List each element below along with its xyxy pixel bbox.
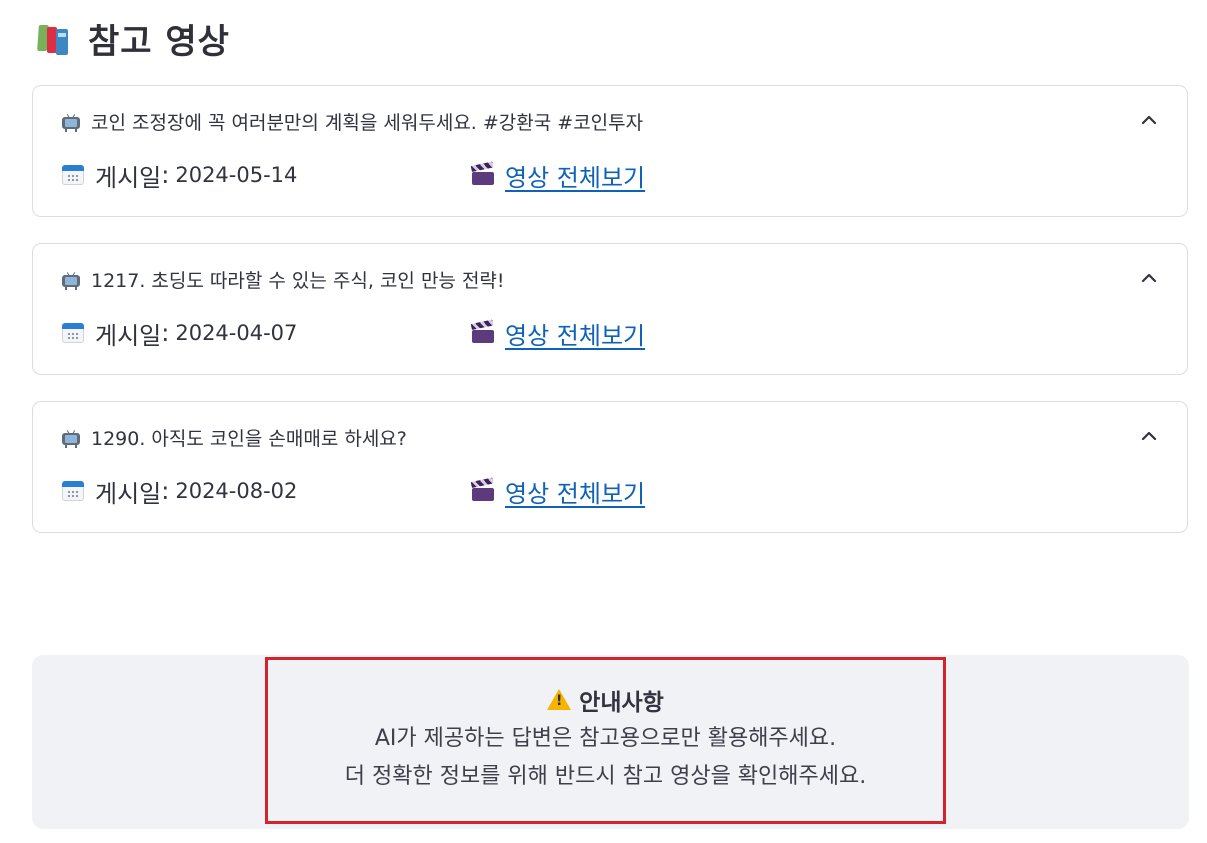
video-meta: 게시일: 2024-08-02 영상 전체보기 bbox=[61, 474, 761, 508]
warning-icon bbox=[547, 689, 572, 711]
calendar-icon bbox=[61, 163, 85, 187]
chevron-up-icon[interactable] bbox=[1141, 112, 1157, 128]
clapper-board-icon bbox=[470, 477, 495, 502]
video-title: 1290. 아직도 코인을 손매매로 하세요? bbox=[91, 428, 407, 450]
video-expander-header[interactable]: 1290. 아직도 코인을 손매매로 하세요? bbox=[61, 424, 407, 451]
chevron-up-icon[interactable] bbox=[1141, 428, 1157, 444]
television-icon bbox=[61, 113, 81, 132]
notice-line: AI가 제공하는 답변은 참고용으로만 활용해주세요. bbox=[374, 726, 837, 751]
video-meta: 게시일: 2024-05-14 영상 전체보기 bbox=[61, 158, 761, 192]
clapper-board-icon bbox=[470, 161, 495, 186]
posted-label: 게시일 bbox=[95, 163, 162, 192]
posted-label: 게시일 bbox=[95, 321, 162, 350]
video-title: 1217. 초딩도 따라할 수 있는 주식, 코인 만능 전략! bbox=[91, 270, 505, 292]
television-icon bbox=[61, 429, 81, 448]
video-expander[interactable]: 1290. 아직도 코인을 손매매로 하세요? 게시일: 2024-08-02 … bbox=[32, 401, 1188, 533]
watch-full-video-link[interactable]: 영상 전체보기 bbox=[505, 474, 645, 509]
posted-date: 2024-04-07 bbox=[175, 321, 298, 345]
video-expander[interactable]: 1217. 초딩도 따라할 수 있는 주식, 코인 만능 전략! 게시일: 20… bbox=[32, 243, 1188, 375]
video-expander-header[interactable]: 1217. 초딩도 따라할 수 있는 주식, 코인 만능 전략! bbox=[61, 266, 505, 293]
clapper-board-icon bbox=[470, 319, 495, 344]
posted-date: 2024-08-02 bbox=[175, 479, 298, 503]
video-title: 코인 조정장에 꼭 여러분만의 계획을 세워두세요. #강환국 #코인투자 bbox=[91, 112, 644, 134]
notice-title-row: 안내사항 bbox=[265, 680, 946, 720]
watch-full-video-link[interactable]: 영상 전체보기 bbox=[505, 316, 645, 351]
watch-video-group: 영상 전체보기 bbox=[470, 158, 645, 193]
notice-line: 더 정확한 정보를 위해 반드시 참고 영상을 확인해주세요. bbox=[344, 764, 867, 789]
video-expander[interactable]: 코인 조정장에 꼭 여러분만의 계획을 세워두세요. #강환국 #코인투자 게시… bbox=[32, 85, 1188, 217]
watch-video-group: 영상 전체보기 bbox=[470, 316, 645, 351]
posted-date: 2024-05-14 bbox=[175, 163, 298, 187]
page-header: 참고 영상 bbox=[36, 14, 230, 62]
chevron-up-icon[interactable] bbox=[1141, 270, 1157, 286]
video-expander-header[interactable]: 코인 조정장에 꼭 여러분만의 계획을 세워두세요. #강환국 #코인투자 bbox=[61, 108, 643, 135]
television-icon bbox=[61, 271, 81, 290]
calendar-icon bbox=[61, 479, 85, 503]
notice-content: 안내사항 AI가 제공하는 답변은 참고용으로만 활용해주세요. 더 정확한 정… bbox=[265, 680, 946, 796]
posted-label: 게시일 bbox=[95, 479, 162, 508]
watch-video-group: 영상 전체보기 bbox=[470, 474, 645, 509]
page-title: 참고 영상 bbox=[88, 21, 230, 62]
books-icon bbox=[36, 21, 74, 55]
notice-title: 안내사항 bbox=[579, 690, 664, 716]
calendar-icon bbox=[61, 321, 85, 345]
watch-full-video-link[interactable]: 영상 전체보기 bbox=[505, 158, 645, 193]
video-meta: 게시일: 2024-04-07 영상 전체보기 bbox=[61, 316, 761, 350]
